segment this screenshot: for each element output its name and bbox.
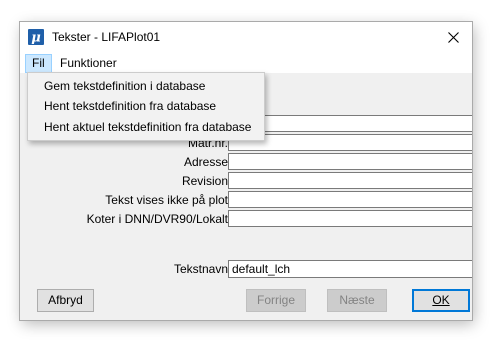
koter-field[interactable]	[228, 210, 472, 227]
label-tekst-vises-ikke: Tekst vises ikke på plot	[105, 193, 228, 207]
svg-text:μ: μ	[31, 31, 41, 46]
label-revision: Revision	[181, 174, 228, 188]
file-menu-dropdown: Gem tekstdefinition i database Hent teks…	[27, 72, 265, 141]
app-logo-icon: μ	[28, 29, 44, 45]
previous-button[interactable]: Forrige	[246, 289, 306, 312]
menu-bar: Fil Funktioner	[20, 53, 472, 73]
menu-funktioner[interactable]: Funktioner	[54, 55, 123, 72]
title-bar[interactable]: μ Tekster - LIFAPlot01	[20, 22, 472, 53]
ok-button[interactable]: OK	[412, 289, 470, 312]
adresse-field[interactable]	[228, 153, 472, 170]
label-adresse: Adresse	[183, 155, 228, 169]
tekstnavn-field[interactable]: default_lch	[228, 260, 472, 278]
menu-item-hent-tekstdefinition[interactable]: Hent tekstdefinition fra database	[44, 97, 216, 115]
label-tekstnavn: Tekstnavn	[173, 262, 228, 276]
menu-item-gem-tekstdefinition[interactable]: Gem tekstdefinition i database	[44, 77, 205, 95]
ok-button-label: OK	[432, 293, 450, 307]
cancel-button[interactable]: Afbryd	[37, 289, 94, 312]
window-title: Tekster - LIFAPlot01	[52, 30, 161, 44]
revision-field[interactable]	[228, 172, 472, 189]
close-button[interactable]	[434, 22, 472, 53]
label-koter: Koter i DNN/DVR90/Lokalt	[86, 212, 228, 226]
menu-item-hent-aktuel-tekstdefinition[interactable]: Hent aktuel tekstdefinition fra database	[44, 118, 251, 136]
next-button[interactable]: Næste	[327, 289, 387, 312]
tekster-dialog: μ Tekster - LIFAPlot01 Fil Funktioner Ma…	[20, 22, 472, 320]
tekst-vises-ikke-field[interactable]	[228, 191, 472, 208]
menu-fil[interactable]: Fil	[25, 54, 52, 73]
close-icon	[448, 32, 459, 43]
